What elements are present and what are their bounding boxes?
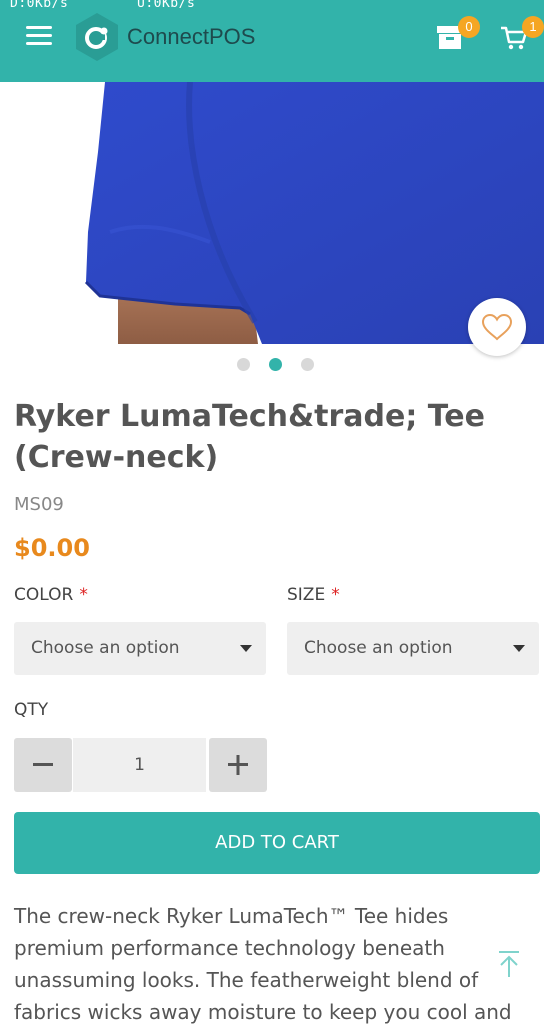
size-option-label: SIZE * <box>287 585 340 605</box>
gallery-dot-3[interactable] <box>301 358 314 371</box>
color-label-text: COLOR <box>14 585 74 605</box>
qty-decrease-button[interactable] <box>14 738 72 792</box>
color-select-value: Choose an option <box>31 638 180 658</box>
product-title: Ryker LumaTech&trade; Tee (Crew-neck) <box>14 399 485 475</box>
heart-icon <box>481 313 513 341</box>
app-header: D:0Kb/s U:0Kb/s ConnectPOS 0 1 <box>0 0 544 82</box>
scroll-to-top-button[interactable] <box>496 950 522 978</box>
arrow-up-icon <box>499 951 519 977</box>
qty-increase-button[interactable] <box>209 738 267 792</box>
gallery-dot-2[interactable] <box>269 358 282 371</box>
chevron-down-icon <box>240 645 252 652</box>
product-price: $0.00 <box>14 534 90 562</box>
qty-label: QTY <box>14 700 49 720</box>
color-select[interactable]: Choose an option <box>14 622 266 675</box>
cart-button[interactable]: 1 <box>500 16 544 52</box>
product-description: The crew-neck Ryker LumaTech™ Tee hides … <box>14 904 512 1024</box>
qty-input[interactable]: 1 <box>73 738 206 792</box>
cart-count-badge: 1 <box>522 16 544 38</box>
color-option-label: COLOR * <box>14 585 88 605</box>
wishlist-button[interactable] <box>468 298 526 356</box>
compare-count-badge: 0 <box>458 16 480 38</box>
status-upload-speed: U:0Kb/s <box>137 0 196 11</box>
add-to-cart-button[interactable]: ADD TO CART <box>14 812 540 874</box>
brand-name[interactable]: ConnectPOS <box>127 24 255 50</box>
product-image <box>0 82 544 344</box>
connectpos-logo-icon[interactable] <box>74 12 120 62</box>
minus-icon <box>33 763 53 766</box>
chevron-down-icon <box>513 645 525 652</box>
product-image-gallery[interactable] <box>0 82 544 344</box>
compare-button[interactable]: 0 <box>436 16 480 52</box>
color-required-mark: * <box>79 585 88 605</box>
size-required-mark: * <box>331 585 340 605</box>
size-select-value: Choose an option <box>304 638 453 658</box>
plus-icon <box>228 755 248 775</box>
product-sku: MS09 <box>14 494 64 515</box>
size-select[interactable]: Choose an option <box>287 622 539 675</box>
size-label-text: SIZE <box>287 585 326 605</box>
status-download-speed: D:0Kb/s <box>10 0 69 11</box>
gallery-dot-1[interactable] <box>237 358 250 371</box>
menu-icon[interactable] <box>26 26 52 46</box>
